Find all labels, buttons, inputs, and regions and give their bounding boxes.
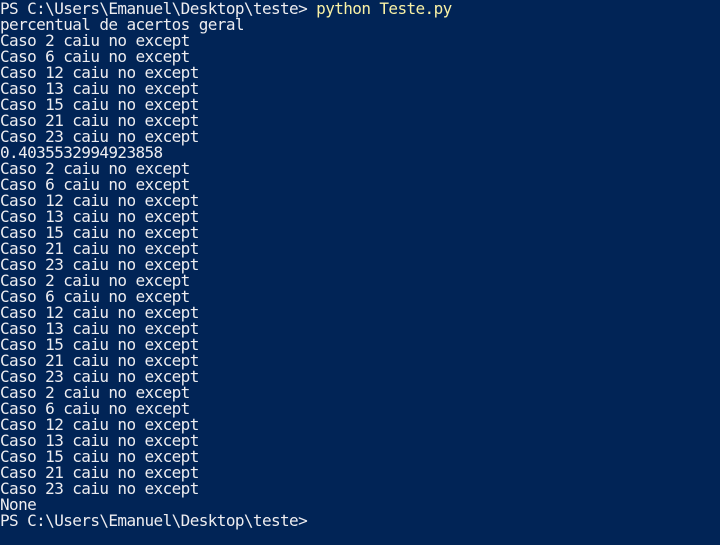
powershell-console[interactable]: PS C:\Users\Emanuel\Desktop\teste> pytho… (0, 0, 720, 545)
final-prompt-line[interactable]: PS C:\Users\Emanuel\Desktop\teste> (0, 513, 720, 529)
output-line: Caso 23 caiu no except (0, 479, 199, 498)
output-block: percentual de acertos geral Caso 2 caiu n… (0, 17, 720, 513)
command-text: python Teste.py (316, 0, 452, 18)
final-prompt-text: PS C:\Users\Emanuel\Desktop\teste> (0, 511, 308, 530)
